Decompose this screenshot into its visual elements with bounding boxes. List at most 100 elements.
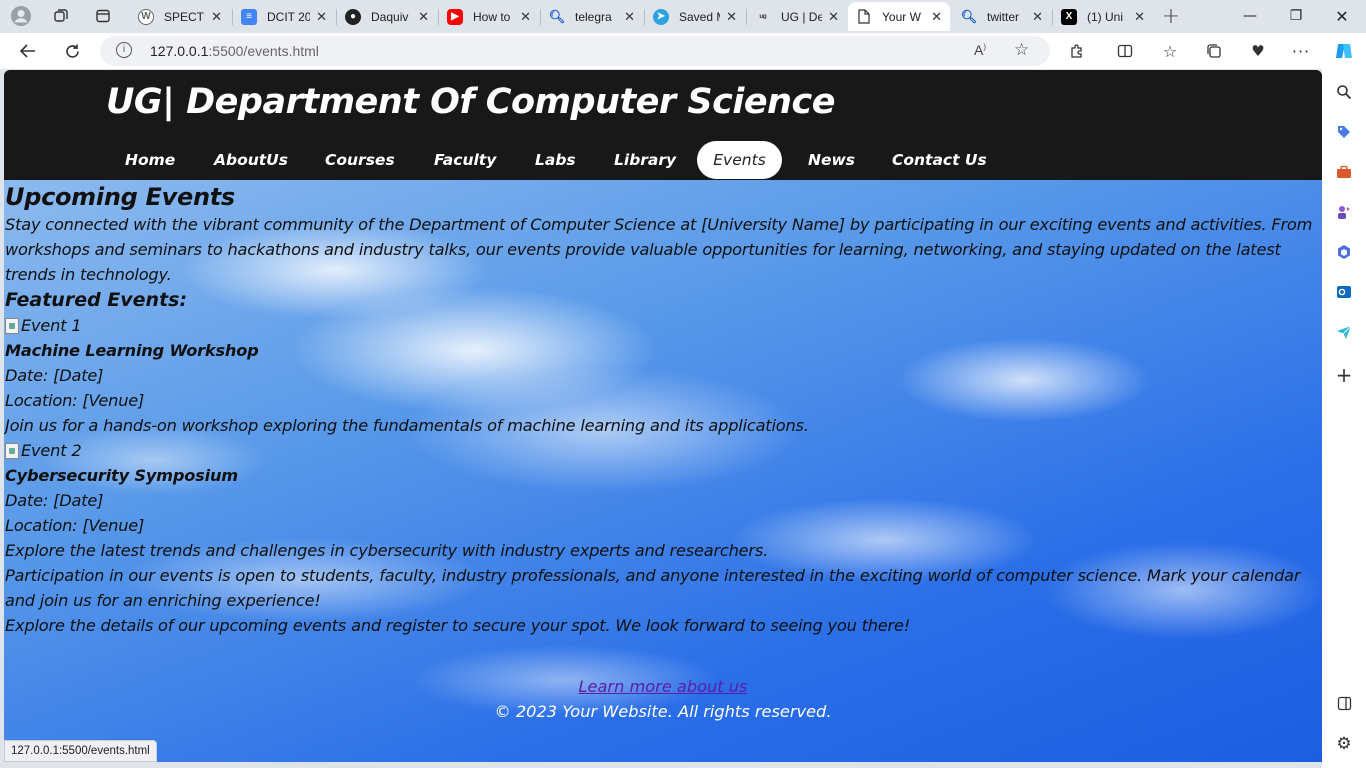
close-tab-icon[interactable]: ✕	[418, 9, 429, 25]
telegram-icon: ➤	[653, 8, 669, 25]
split-screen-icon[interactable]	[1112, 39, 1138, 63]
copyright-text: © 2023 Your Website. All rights reserved…	[494, 702, 832, 721]
search-icon[interactable]	[1333, 81, 1355, 103]
nav-library[interactable]: Library	[599, 141, 691, 179]
close-tab-icon[interactable]: ✕	[828, 9, 839, 25]
microsoft-365-icon[interactable]	[1333, 241, 1355, 263]
close-tab-icon[interactable]: ✕	[624, 9, 635, 25]
close-tab-icon[interactable]: ✕	[1134, 9, 1145, 25]
tab-2[interactable]: ● Daquiv ✕	[337, 2, 437, 31]
restore-icon[interactable]: ❐	[1276, 4, 1316, 28]
minimize-icon[interactable]: —	[1230, 4, 1270, 28]
page-heading: Upcoming Events	[5, 183, 235, 211]
github-icon: ●	[345, 8, 361, 25]
tab-8[interactable]: 🔍︎ twitter ✕	[953, 2, 1051, 31]
search-icon: 🔍︎	[960, 8, 978, 24]
address-bar[interactable]: i 127.0.0.1:5500/events.html A) ☆	[100, 36, 1050, 66]
new-tab-icon[interactable]: +	[1158, 4, 1184, 29]
browser-tab-bar: W SPECTR ✕ ≡ DCIT 20 ✕ ● Daquiv ✕ ▶ How …	[0, 0, 1366, 33]
intro-text: Stay connected with the vibrant communit…	[5, 215, 1313, 284]
settings-gear-icon[interactable]: ⚙	[1333, 733, 1355, 755]
event-description: Explore the latest trends and challenges…	[5, 541, 769, 560]
search-icon: 🔍︎	[548, 8, 566, 24]
tab-3[interactable]: ▶ How to ✕	[439, 2, 539, 31]
page-icon	[856, 9, 872, 25]
event-card: Event 2 Cybersecurity Symposium Date: [D…	[5, 438, 1320, 563]
copilot-icon[interactable]	[1330, 39, 1358, 63]
site-title: UG| Department Of Computer Science	[106, 82, 835, 122]
youtube-icon: ▶	[447, 8, 463, 25]
tab-0[interactable]: W SPECTR ✕	[130, 2, 230, 31]
tab-6[interactable]: ᵘᵍ UG | De ✕	[747, 2, 847, 31]
extensions-icon[interactable]	[1064, 39, 1090, 63]
shopping-tag-icon[interactable]	[1333, 121, 1355, 143]
url-text[interactable]: 127.0.0.1:5500/events.html	[150, 43, 319, 59]
close-tab-icon[interactable]: ✕	[726, 9, 737, 25]
nav-home[interactable]: Home	[110, 141, 190, 179]
tab-9[interactable]: X (1) Uni ✕	[1053, 2, 1153, 31]
event-title: Machine Learning Workshop	[5, 341, 259, 360]
close-tab-icon[interactable]: ✕	[316, 9, 327, 25]
browser-toolbar: i 127.0.0.1:5500/events.html A) ☆ ☆ ♥ ··…	[0, 33, 1366, 69]
tab-7-active[interactable]: Your W ✕	[848, 2, 950, 31]
featured-heading: Featured Events:	[5, 289, 188, 311]
page-viewport: UG| Department Of Computer Science Home …	[4, 70, 1322, 762]
workspaces-icon[interactable]	[48, 4, 74, 28]
events-content: Upcoming Events Stay connected with the …	[5, 182, 1320, 638]
drop-icon[interactable]	[1333, 321, 1355, 343]
outlook-icon[interactable]	[1333, 281, 1355, 303]
hide-sidebar-icon[interactable]	[1333, 692, 1355, 714]
add-sidebar-app-icon[interactable]: +	[1333, 363, 1355, 387]
event-location: Location: [Venue]	[5, 516, 145, 535]
site-footer: Learn more about us © 2023 Your Website.…	[4, 674, 1322, 724]
tab-4[interactable]: 🔍︎ telegra ✕	[541, 2, 643, 31]
learn-more-link[interactable]: Learn more about us	[4, 674, 1322, 699]
nav-courses[interactable]: Courses	[310, 141, 410, 179]
back-icon[interactable]	[14, 38, 42, 64]
close-window-icon[interactable]: ✕	[1322, 4, 1362, 28]
collections-icon[interactable]	[1201, 39, 1227, 63]
site-info-icon[interactable]: i	[116, 42, 132, 58]
event-card: Event 1 Machine Learning Workshop Date: …	[5, 313, 1320, 438]
favorite-star-icon[interactable]: ☆	[1014, 40, 1029, 60]
site-header: UG| Department Of Computer Science Home …	[4, 70, 1322, 180]
nav-aboutus[interactable]: AboutUs	[199, 141, 303, 179]
close-tab-icon[interactable]: ✕	[1032, 9, 1043, 25]
event-date: Date: [Date]	[5, 491, 104, 510]
nav-faculty[interactable]: Faculty	[419, 141, 511, 179]
broken-image-icon	[5, 442, 19, 459]
refresh-icon[interactable]	[58, 38, 86, 64]
tools-icon[interactable]	[1333, 161, 1355, 183]
participation-text: Participation in our events is open to s…	[5, 566, 1301, 610]
tab-5[interactable]: ➤ Saved M ✕	[645, 2, 745, 31]
nav-contact-us[interactable]: Contact Us	[877, 141, 1002, 179]
favorites-icon[interactable]: ☆	[1157, 39, 1183, 63]
tab-1[interactable]: ≡ DCIT 20 ✕	[233, 2, 335, 31]
close-tab-icon[interactable]: ✕	[211, 9, 222, 25]
closing-text: Explore the details of our upcoming even…	[5, 616, 911, 635]
event-location: Location: [Venue]	[5, 391, 145, 410]
browser-sidebar: + ⚙	[1322, 69, 1366, 768]
event-image: Event 1	[5, 313, 1320, 338]
close-tab-icon[interactable]: ✕	[931, 9, 942, 25]
event-title: Cybersecurity Symposium	[5, 466, 238, 485]
broken-image-icon	[5, 317, 19, 334]
games-icon[interactable]	[1333, 201, 1355, 223]
site-icon: ᵘᵍ	[759, 11, 767, 22]
browser-essentials-icon[interactable]: ♥	[1245, 39, 1271, 63]
x-icon: X	[1061, 8, 1077, 25]
close-tab-icon[interactable]: ✕	[520, 9, 531, 25]
event-description: Join us for a hands-on workshop explorin…	[5, 416, 809, 435]
event-date: Date: [Date]	[5, 366, 104, 385]
nav-events[interactable]: Events	[697, 141, 782, 179]
event-image: Event 2	[5, 438, 1320, 463]
google-docs-icon: ≡	[241, 8, 257, 25]
tab-actions-icon[interactable]	[90, 4, 116, 28]
nav-labs[interactable]: Labs	[520, 141, 591, 179]
wordpress-icon: W	[138, 8, 154, 25]
more-menu-icon[interactable]: ···	[1288, 39, 1314, 63]
profile-icon[interactable]	[8, 4, 34, 28]
read-aloud-icon[interactable]: A)	[974, 42, 986, 58]
nav-news[interactable]: News	[793, 141, 870, 179]
status-bar-url: 127.0.0.1:5500/events.html	[4, 740, 157, 762]
